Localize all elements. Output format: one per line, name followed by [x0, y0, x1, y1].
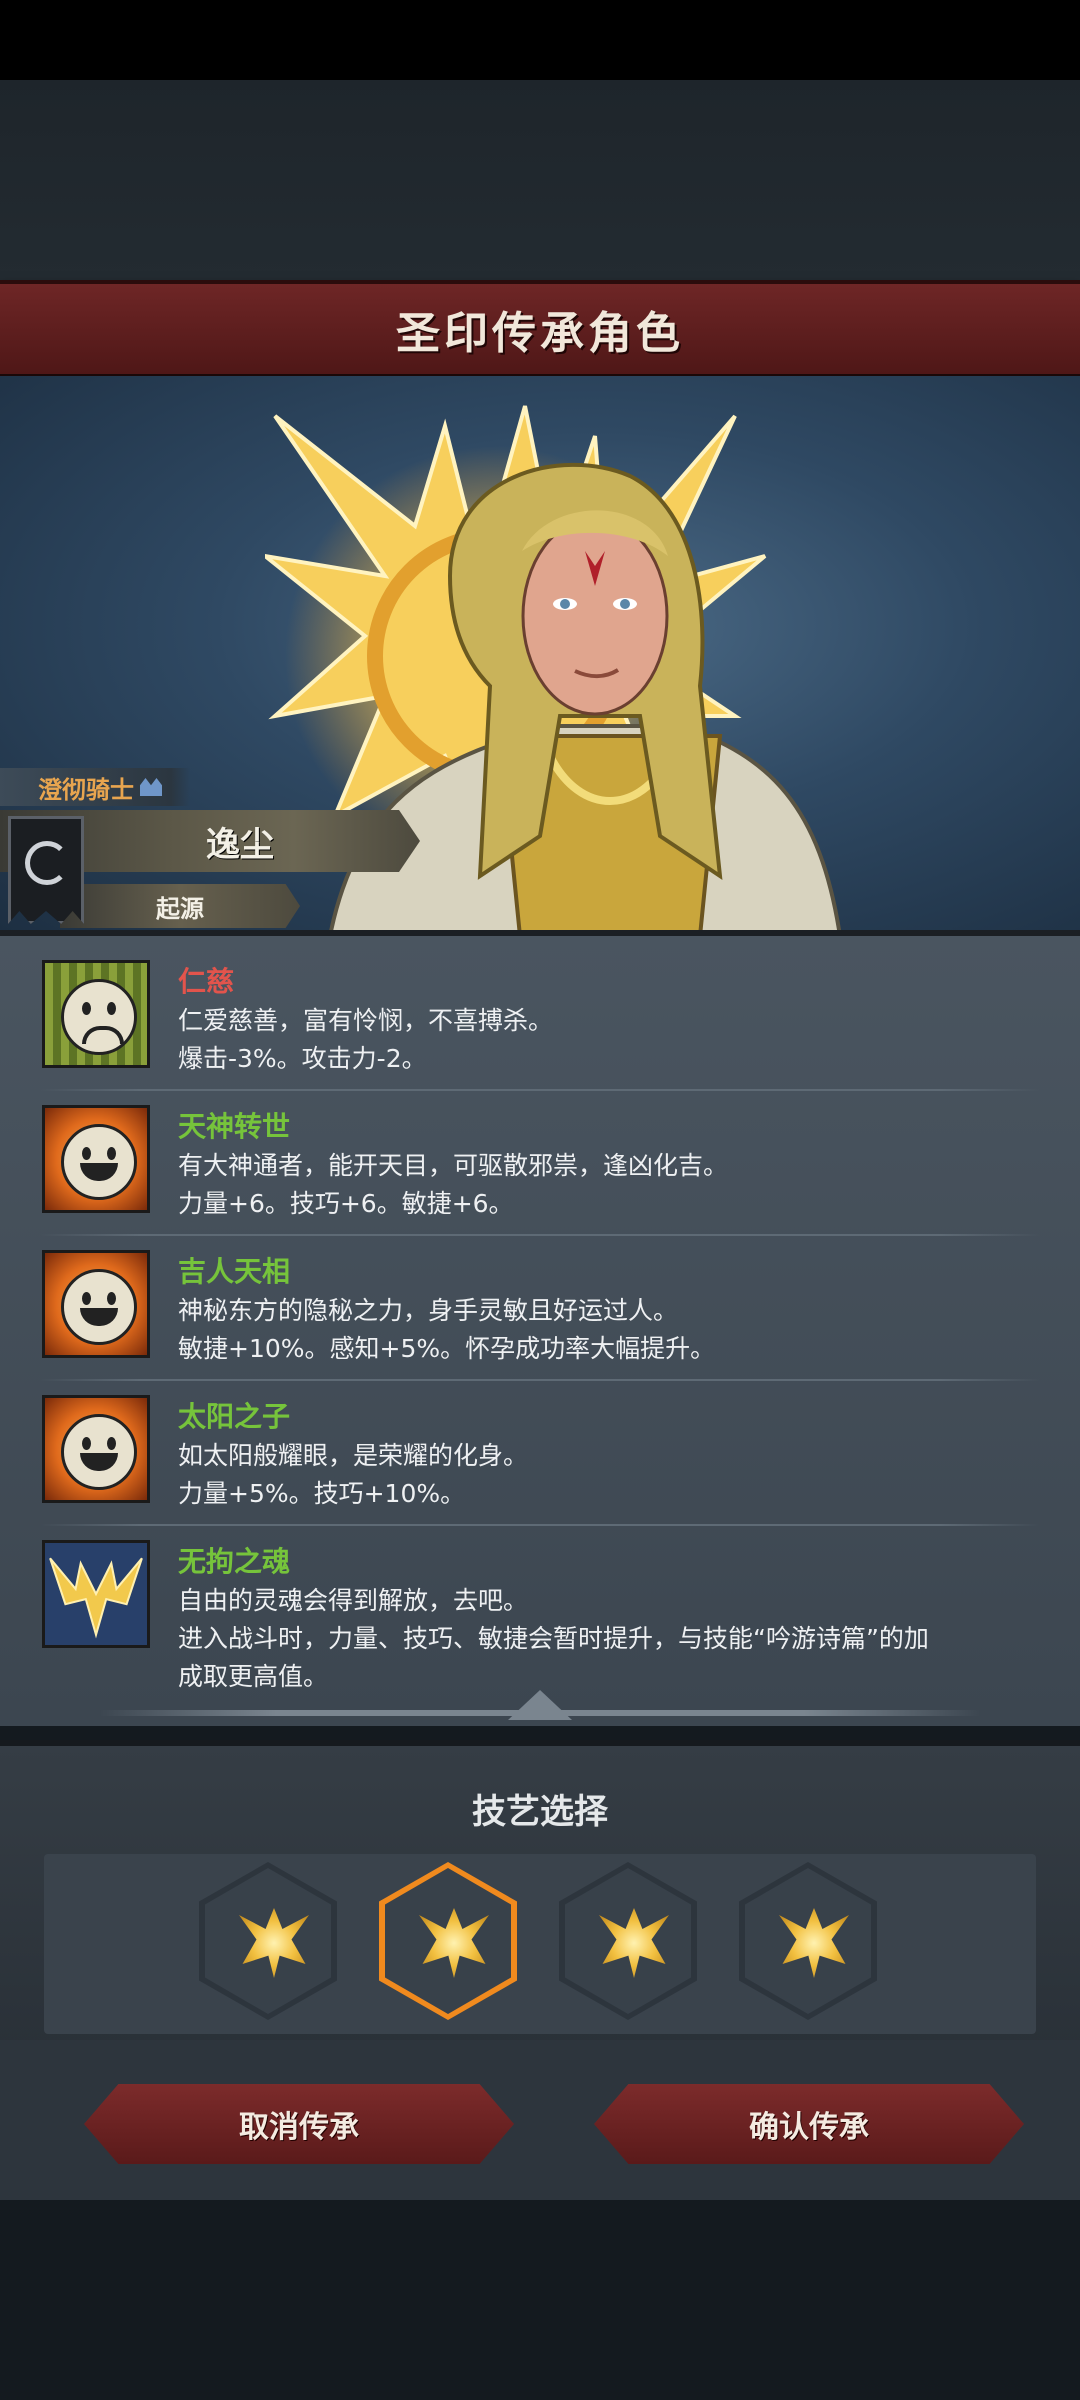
- title-banner: 圣印传承角色: [0, 280, 1080, 380]
- golden-emblem-icon: [779, 1908, 849, 1978]
- class-label: 澄彻骑士: [38, 775, 134, 804]
- trait-description: 如太阳般耀眼，是荣耀的化身。 力量+5%。技巧+10%。: [178, 1441, 529, 1508]
- confirm-button-label: 确认传承: [749, 2110, 869, 2145]
- skill-tray: [44, 1854, 1036, 2034]
- traits-panel[interactable]: 仁慈 仁爱慈善，富有怜悯，不喜搏杀。 爆击-3%。攻击力-2。 天神转世 有大神通…: [0, 930, 1080, 1726]
- sad-face-icon: [42, 960, 150, 1068]
- golden-emblem-icon: [599, 1908, 669, 1978]
- golden-emblem-icon: [239, 1908, 309, 1978]
- skill-select-title: 技艺选择: [472, 1792, 608, 1832]
- trait-item: 无拘之魂 自由的灵魂会得到解放，去吧。 进入战斗时，力量、技巧、敏捷会暂时提升，与…: [0, 1526, 1080, 1716]
- happy-face-icon: [42, 1395, 150, 1503]
- page-title: 圣印传承角色: [396, 308, 684, 359]
- happy-face-icon: [42, 1105, 150, 1213]
- cancel-inherit-button[interactable]: 取消传承: [84, 2084, 514, 2164]
- character-name: 逸尘: [206, 824, 274, 865]
- trait-description: 仁爱慈善，富有怜悯，不喜搏杀。 爆击-3%。攻击力-2。: [178, 1006, 554, 1073]
- crown-icon: [140, 778, 162, 796]
- trait-name: 天神转世: [178, 1110, 291, 1143]
- background-bottom: [0, 2200, 1080, 2400]
- skill-select-section: 技艺选择: [0, 1740, 1080, 2046]
- trait-item: 仁慈 仁爱慈善，富有怜悯，不喜搏杀。 爆击-3%。攻击力-2。: [0, 946, 1080, 1091]
- trait-description: 自由的灵魂会得到解放，去吧。 进入战斗时，力量、技巧、敏捷会暂时提升，与技能“吟游…: [178, 1586, 929, 1691]
- trait-description: 有大神通者，能开天目，可驱散邪祟，逢凶化吉。 力量+6。技巧+6。敏捷+6。: [178, 1151, 729, 1218]
- origin-label: 起源: [156, 894, 204, 923]
- trait-name: 吉人天相: [178, 1255, 291, 1288]
- happy-face-icon: [42, 1250, 150, 1358]
- confirm-inherit-button[interactable]: 确认传承: [594, 2084, 1024, 2164]
- trait-item: 吉人天相 神秘东方的隐秘之力，身手灵敏且好运过人。 敏捷+10%。感知+5%。怀孕…: [0, 1236, 1080, 1381]
- swirl-emblem-icon: [25, 841, 69, 885]
- trait-description: 神秘东方的隐秘之力，身手灵敏且好运过人。 敏捷+10%。感知+5%。怀孕成功率大幅…: [178, 1296, 716, 1363]
- background-top: [0, 80, 1080, 280]
- cancel-button-label: 取消传承: [239, 2110, 359, 2145]
- status-bar-area: [0, 0, 1080, 80]
- trait-name: 无拘之魂: [178, 1545, 291, 1578]
- golden-emblem-icon: [419, 1908, 489, 1978]
- class-row: 澄彻骑士: [0, 768, 190, 806]
- origin-plate[interactable]: 起源: [60, 884, 300, 928]
- trait-item: 天神转世 有大神通者，能开天目，可驱散邪祟，逢凶化吉。 力量+6。技巧+6。敏捷+…: [0, 1091, 1080, 1236]
- soul-emblem-icon: [42, 1540, 150, 1648]
- banner-flag-icon: [8, 816, 84, 924]
- trait-name: 仁慈: [178, 965, 235, 998]
- trait-item: 太阳之子 如太阳般耀眼，是荣耀的化身。 力量+5%。技巧+10%。: [0, 1381, 1080, 1526]
- trait-name: 太阳之子: [178, 1400, 291, 1433]
